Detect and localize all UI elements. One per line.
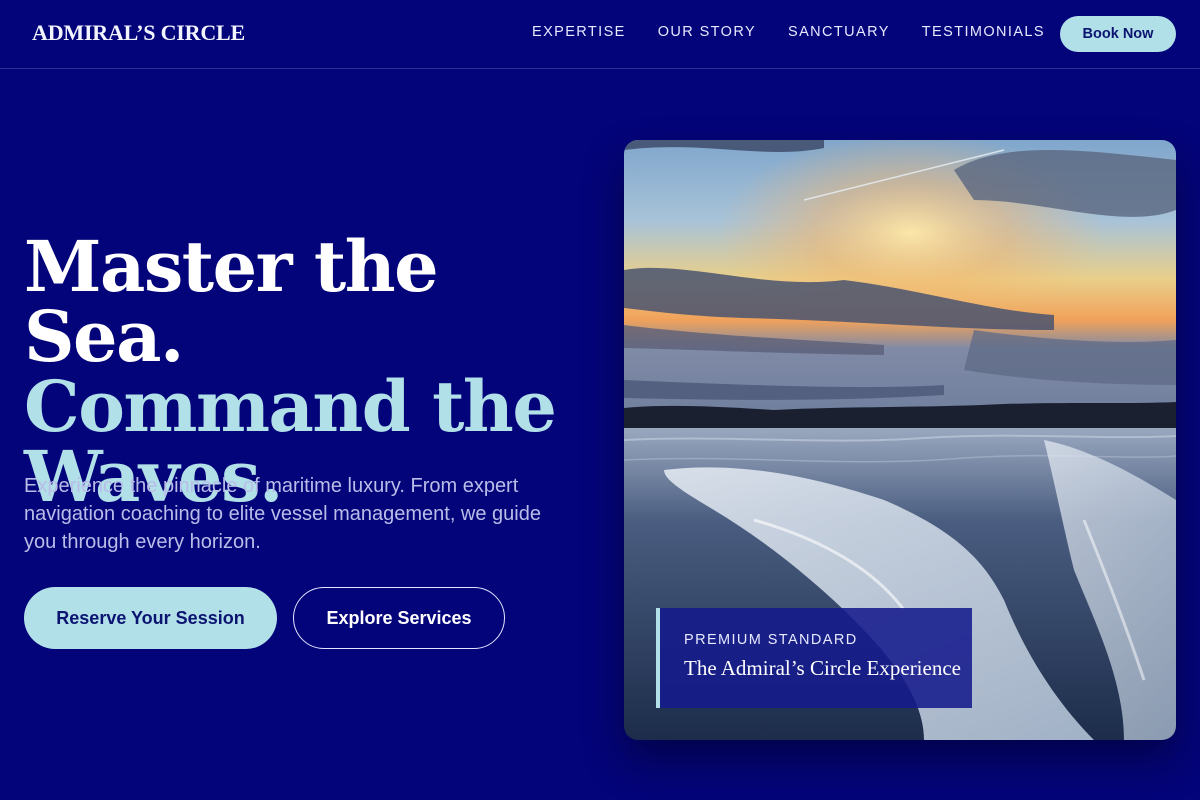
explore-services-button[interactable]: Explore Services	[293, 587, 505, 649]
hero-headline: Master the Sea. Command the Waves.	[24, 232, 604, 512]
nav-link-testimonials[interactable]: TESTIMONIALS	[922, 24, 1045, 40]
main-nav: EXPERTISE OUR STORY SANCTUARY TESTIMONIA…	[532, 24, 1077, 40]
nav-link-our-story[interactable]: OUR STORY	[658, 24, 756, 40]
hero-subtext: Experience the pinnacle of maritime luxu…	[24, 475, 541, 553]
nav-link-expertise[interactable]: EXPERTISE	[532, 24, 626, 40]
site-header: ADMIRAL’S CIRCLE EXPERTISE OUR STORY SAN…	[0, 0, 1200, 69]
caption-eyebrow: PREMIUM STANDARD	[684, 632, 858, 648]
image-caption-box: PREMIUM STANDARD The Admiral’s Circle Ex…	[656, 608, 972, 708]
headline-line-1: Master the Sea.	[24, 225, 439, 378]
reserve-session-button[interactable]: Reserve Your Session	[24, 587, 277, 649]
brand-logo[interactable]: ADMIRAL’S CIRCLE	[32, 20, 245, 46]
caption-title: The Admiral’s Circle Experience	[684, 656, 961, 680]
book-now-button[interactable]: Book Now	[1060, 16, 1176, 52]
hero-image-card: PREMIUM STANDARD The Admiral’s Circle Ex…	[624, 140, 1176, 740]
nav-link-sanctuary[interactable]: SANCTUARY	[788, 24, 890, 40]
